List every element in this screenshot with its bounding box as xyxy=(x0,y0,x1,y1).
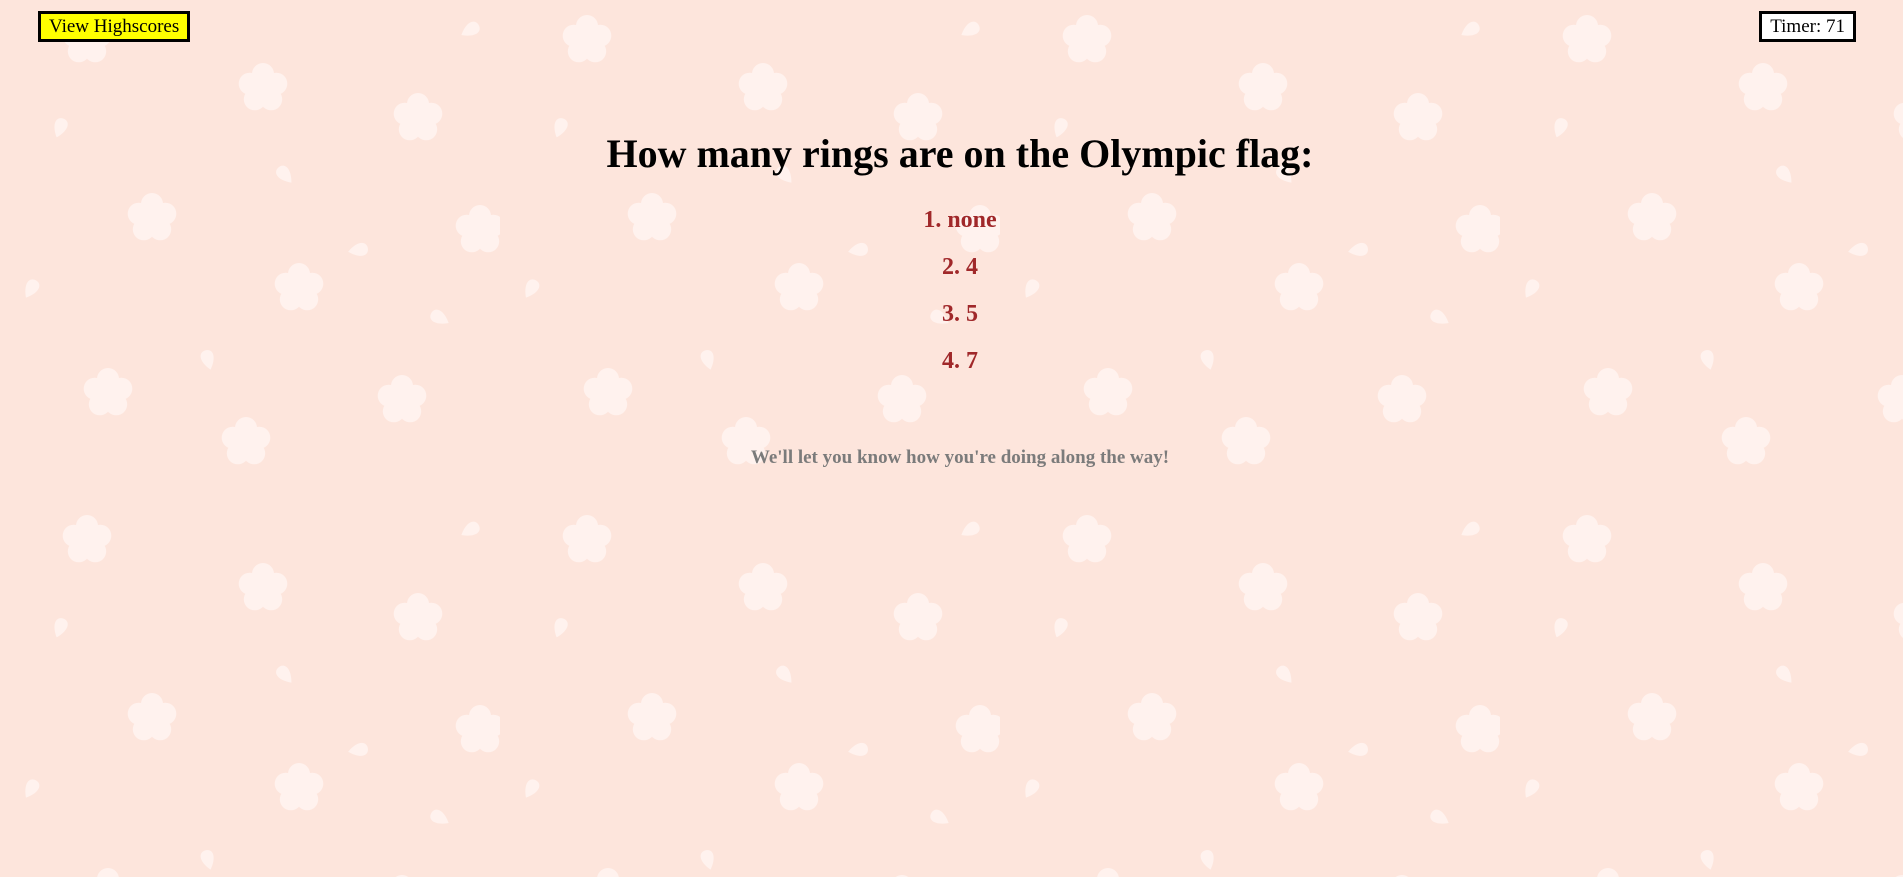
timer-value: 71 xyxy=(1826,16,1845,37)
answer-choice-2[interactable]: 2. 4 xyxy=(942,249,978,285)
view-highscores-button[interactable]: View Highscores xyxy=(38,11,191,42)
question-title: How many rings are on the Olympic flag: xyxy=(606,131,1314,176)
answer-choices: 1. none 2. 4 3. 5 4. 7 xyxy=(0,202,1903,379)
answer-choice-4[interactable]: 4. 7 xyxy=(942,343,978,379)
quiz-container: How many rings are on the Olympic flag: … xyxy=(0,128,1903,469)
top-bar: View Highscores Timer: 71 xyxy=(0,11,1903,43)
timer-label: Timer: xyxy=(1770,16,1822,37)
answer-choice-1[interactable]: 1. none xyxy=(923,202,996,238)
feedback-message: We'll let you know how you're doing alon… xyxy=(750,447,1170,468)
answer-choice-3[interactable]: 3. 5 xyxy=(942,296,978,332)
timer-display: Timer: 71 xyxy=(1759,11,1856,42)
